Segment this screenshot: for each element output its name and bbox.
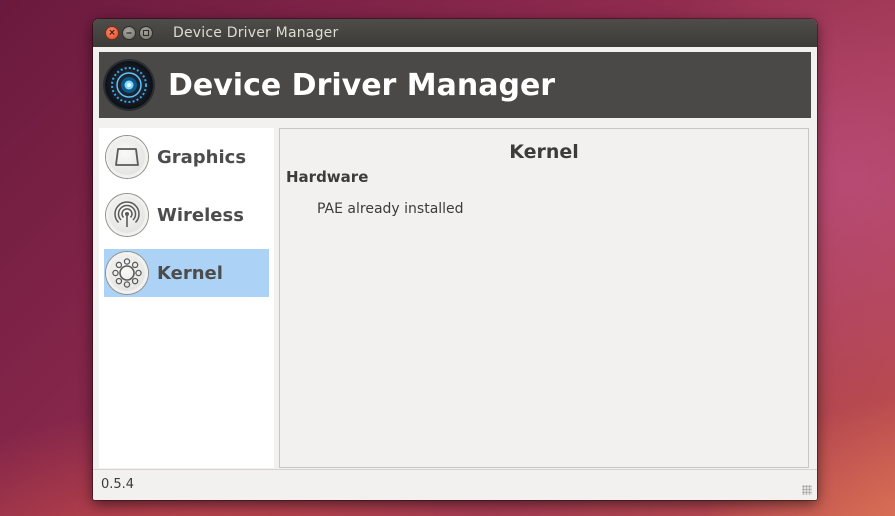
window-controls: × xyxy=(105,26,153,40)
banner-title: Device Driver Manager xyxy=(168,67,556,103)
minimize-window-button[interactable] xyxy=(122,26,136,40)
window-titlebar[interactable]: × Device Driver Manager xyxy=(93,19,817,47)
kernel-chip-icon xyxy=(106,252,148,294)
page-title: Kernel xyxy=(509,141,579,163)
section-heading-hardware: Hardware xyxy=(286,168,369,186)
app-banner: Device Driver Manager xyxy=(99,52,811,118)
version-label: 0.5.4 xyxy=(101,477,135,492)
sidebar-item-label: Wireless xyxy=(157,204,244,226)
content-panel: Kernel Hardware PAE already installed xyxy=(279,128,809,468)
resize-grip-icon[interactable] xyxy=(802,485,812,495)
wireless-signal-icon xyxy=(106,194,148,236)
close-window-button[interactable]: × xyxy=(105,26,119,40)
driver-manager-logo-icon xyxy=(105,61,153,109)
maximize-icon xyxy=(142,29,150,37)
sidebar-item-graphics[interactable]: Graphics xyxy=(104,133,269,181)
sidebar-item-label: Graphics xyxy=(157,146,247,168)
monitor-icon xyxy=(106,136,148,178)
pae-status-text: PAE already installed xyxy=(317,201,464,217)
status-bar: 0.5.4 xyxy=(93,469,817,500)
close-icon: × xyxy=(108,27,116,38)
minimize-icon xyxy=(126,32,132,34)
window-title: Device Driver Manager xyxy=(173,25,339,41)
app-window: × Device Driver Manager Device Driver Ma… xyxy=(93,19,817,500)
sidebar-item-label: Kernel xyxy=(157,262,223,284)
sidebar: Graphics Wireless Kernel xyxy=(99,128,274,468)
sidebar-item-kernel[interactable]: Kernel xyxy=(104,249,269,297)
maximize-window-button[interactable] xyxy=(139,26,153,40)
sidebar-item-wireless[interactable]: Wireless xyxy=(104,191,269,239)
